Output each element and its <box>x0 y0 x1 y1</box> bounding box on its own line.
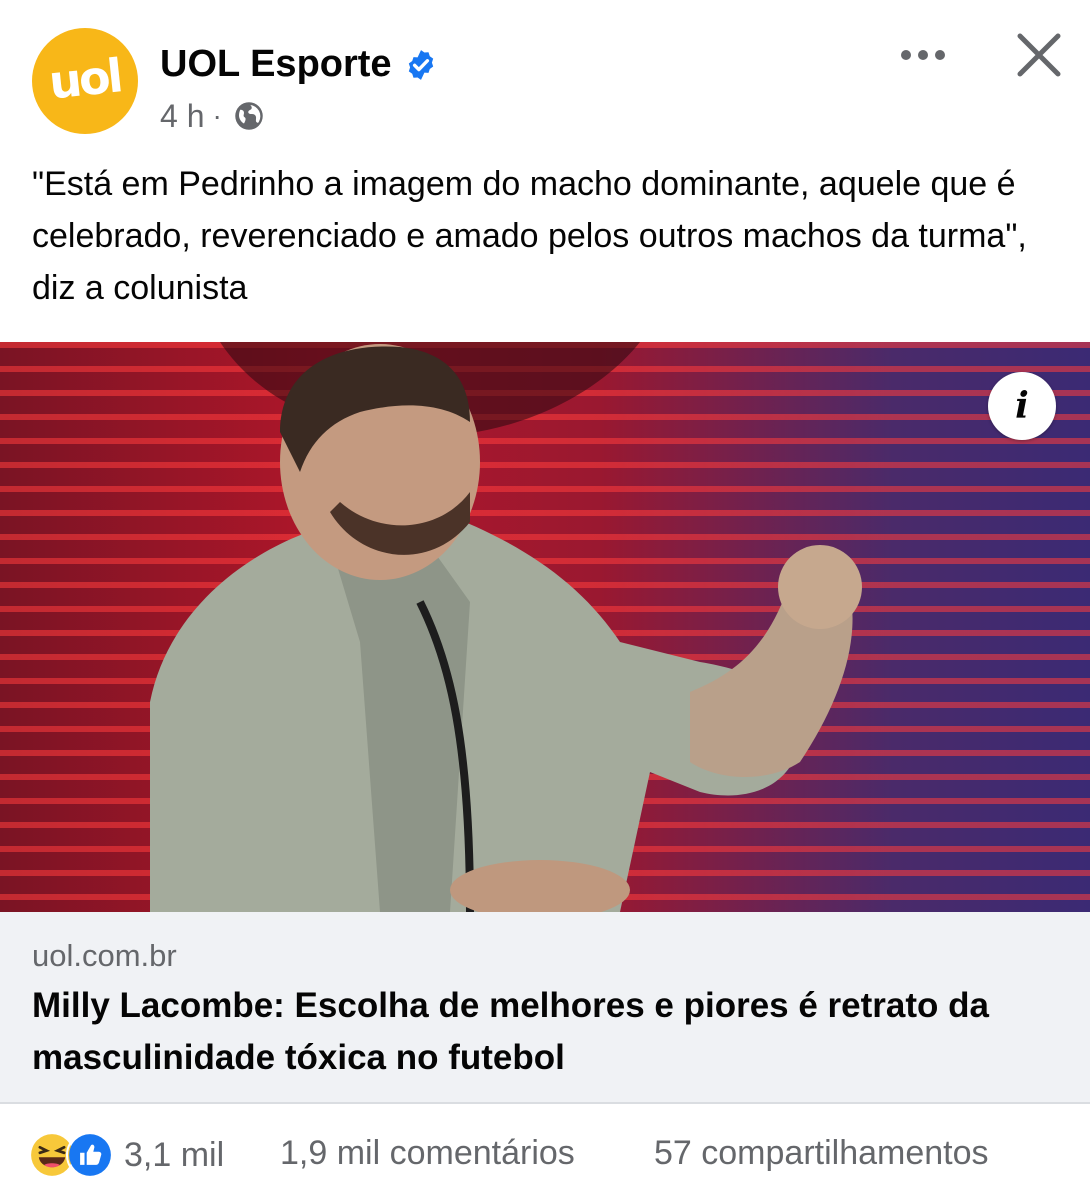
shares-count[interactable]: 57 compartilhamentos <box>654 1134 989 1173</box>
info-icon: i <box>1015 385 1029 427</box>
post-header: uol UOL Esporte 4 h · <box>0 0 1090 150</box>
close-icon[interactable] <box>1010 26 1068 84</box>
image-person-silhouette <box>150 342 862 912</box>
post-time[interactable]: 4 h <box>160 98 204 135</box>
globe-icon <box>235 102 263 130</box>
verified-badge-icon <box>408 50 434 80</box>
uol-logo: uol <box>46 48 124 110</box>
reactions-count: 3,1 mil <box>124 1135 225 1174</box>
comments-count[interactable]: 1,9 mil comentários <box>280 1134 575 1173</box>
like-reaction-icon <box>66 1131 114 1179</box>
link-headline[interactable]: Milly Lacombe: Escolha de melhores e pio… <box>32 980 1062 1084</box>
meta-separator: · <box>212 100 222 131</box>
ad-info-button[interactable]: i <box>988 372 1056 440</box>
post-caption: "Está em Pedrinho a imagem do macho domi… <box>32 165 1027 307</box>
page-avatar[interactable]: uol <box>32 28 138 134</box>
link-domain: uol.com.br <box>32 938 177 973</box>
more-options-button[interactable] <box>893 30 953 80</box>
more-options-icon <box>901 50 945 60</box>
article-image[interactable] <box>0 342 1090 912</box>
reactions-summary[interactable]: 3,1 mil <box>28 1131 225 1179</box>
post-meta: 4 h · <box>160 96 264 136</box>
page-name[interactable]: UOL Esporte <box>160 40 392 88</box>
